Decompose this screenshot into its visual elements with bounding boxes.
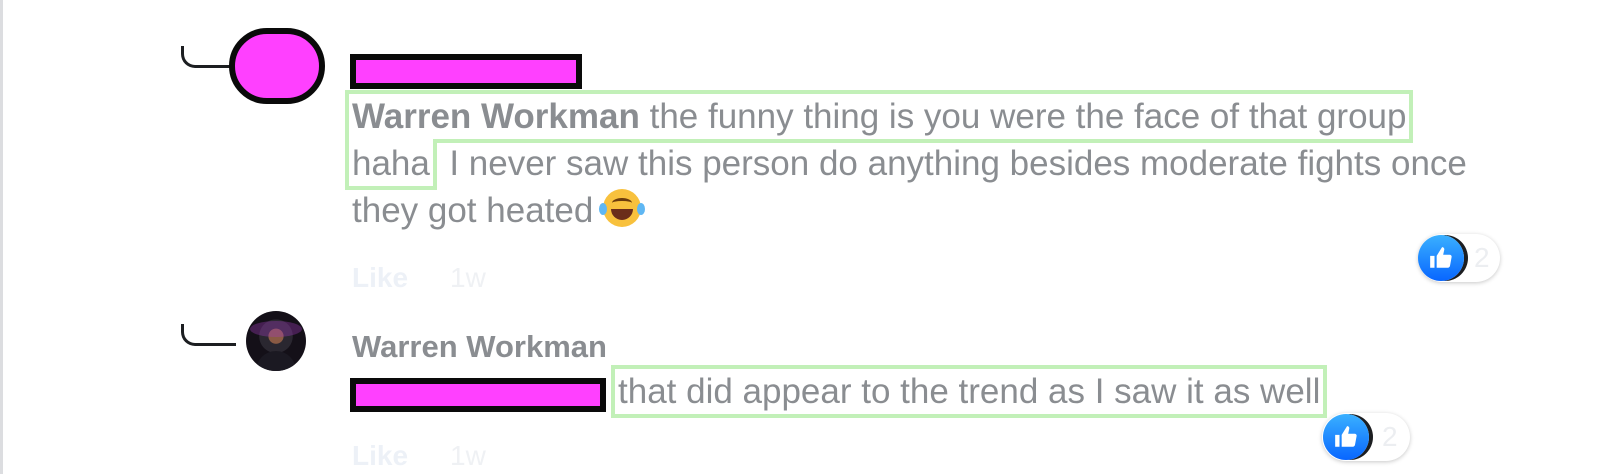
like-button[interactable]: Like <box>352 262 408 294</box>
comment-text-rest: . <box>1320 372 1331 411</box>
reaction-badge[interactable]: 2 <box>1418 234 1500 282</box>
mention-link[interactable]: Warren Workman <box>352 97 640 136</box>
thread-connector <box>181 324 236 346</box>
avatar-redacted[interactable] <box>229 28 325 104</box>
comment-timestamp[interactable]: 1w <box>450 262 486 294</box>
like-button[interactable]: Like <box>352 440 408 472</box>
comment-timestamp[interactable]: 1w <box>450 440 486 472</box>
thread-left-border <box>0 0 3 474</box>
thread-connector <box>181 46 236 68</box>
thumbs-up-icon <box>1323 414 1369 460</box>
comment-body: that did appear to the trend as I saw it… <box>610 365 1331 418</box>
reaction-count: 2 <box>1474 242 1490 273</box>
reaction-badge[interactable]: 2 <box>1322 413 1410 461</box>
author-name[interactable]: Warren Workman <box>352 328 607 366</box>
comment-text-rest: . I never saw this person do anything be… <box>352 144 1467 230</box>
author-name-redacted[interactable] <box>350 54 582 89</box>
highlighted-phrase: that did appear to the trend as I saw it… <box>610 365 1328 418</box>
mention-redacted[interactable] <box>350 378 606 412</box>
laughing-emoji-icon <box>599 189 646 227</box>
avatar[interactable] <box>246 311 306 371</box>
thumbs-up-icon <box>1418 235 1464 281</box>
reaction-count: 2 <box>1382 421 1398 452</box>
comment-body: Warren Workman the funny thing is you we… <box>344 90 1492 234</box>
